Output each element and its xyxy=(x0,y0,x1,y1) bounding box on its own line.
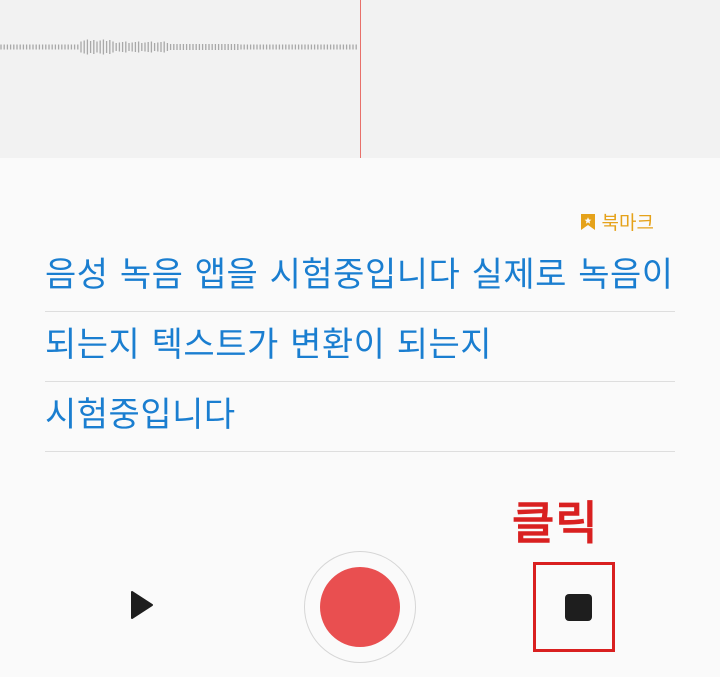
record-button[interactable] xyxy=(304,551,416,663)
bookmark-label: 북마크 xyxy=(601,212,654,234)
play-button[interactable] xyxy=(120,585,164,629)
transcript-line[interactable]: 음성 녹음 앱을 시험중입니다 실제로 녹음이 xyxy=(45,242,675,312)
record-icon xyxy=(320,567,400,647)
bookmark-button[interactable]: 북마크 xyxy=(580,208,654,235)
waveform-panel[interactable] xyxy=(0,0,720,158)
play-icon xyxy=(129,590,155,624)
transcript-line[interactable]: 되는지 텍스트가 변환이 되는지 xyxy=(45,312,675,382)
playhead[interactable] xyxy=(360,0,361,158)
click-annotation-label: 클릭 xyxy=(512,496,599,550)
transcript-line[interactable]: 시험중입니다 xyxy=(45,382,675,452)
bookmark-icon xyxy=(580,213,596,231)
highlight-box xyxy=(533,562,615,652)
